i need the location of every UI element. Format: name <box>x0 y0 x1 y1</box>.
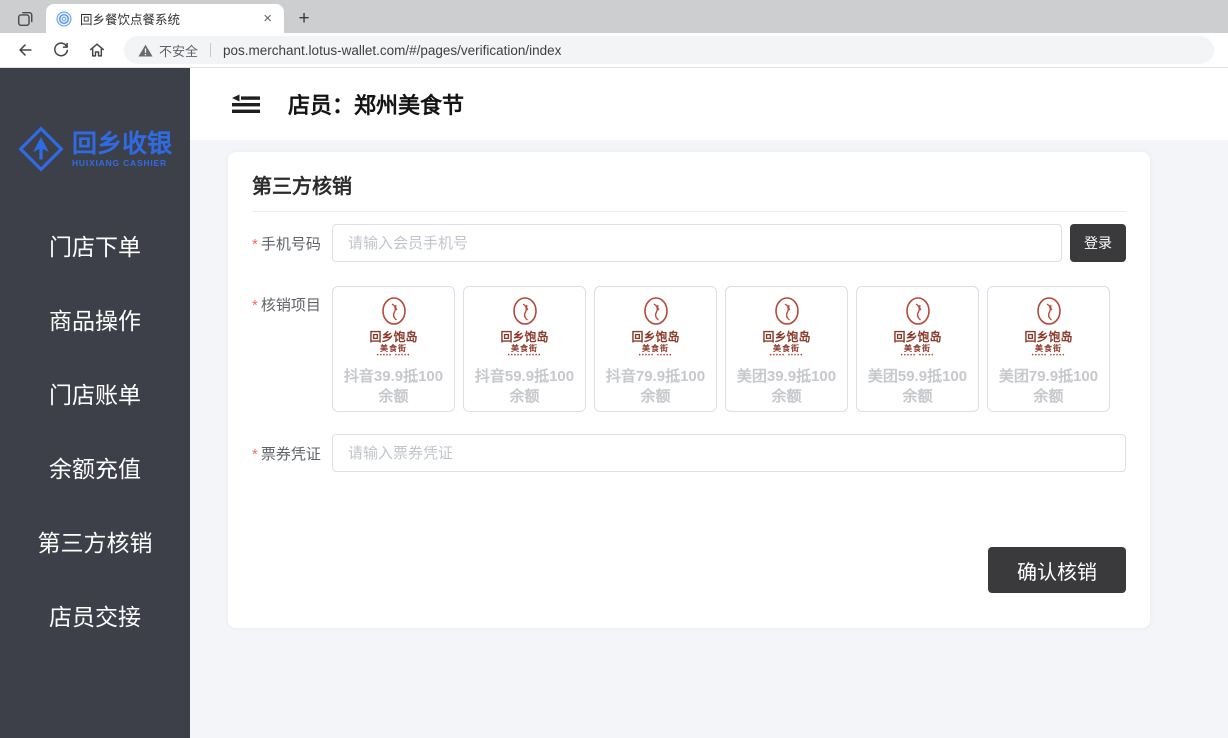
phone-label: *手机号码 <box>252 233 332 254</box>
item-label: 美团79.9抵100余额 <box>999 367 1098 407</box>
brand-stamp-icon <box>641 296 671 328</box>
brand-dots: ••••• ••••• <box>508 353 542 360</box>
confirm-verification-button[interactable]: 确认核销 <box>988 547 1126 593</box>
new-tab-button[interactable]: + <box>290 5 318 33</box>
required-mark: * <box>252 446 258 463</box>
phone-input[interactable] <box>332 224 1062 262</box>
browser-tab[interactable]: 回乡餐饮点餐系统 × <box>46 4 284 33</box>
verification-card-list: 回乡饱岛 美食街 ••••• ••••• 抖音39.9抵100余额 <box>332 286 1110 412</box>
tab-actions-icon[interactable] <box>8 4 42 33</box>
page-content: 第三方核销 *手机号码 登录 *核销项目 <box>190 140 1228 738</box>
brand-name: 回乡饱岛 <box>893 330 941 344</box>
brand-name: 回乡饱岛 <box>631 330 679 344</box>
required-mark: * <box>252 236 258 253</box>
address-separator <box>210 43 211 57</box>
verification-item-card[interactable]: 回乡饱岛 美食街 ••••• ••••• 美团59.9抵100余额 <box>856 286 979 412</box>
sidebar-nav: 门店下单 商品操作 门店账单 余额充值 第三方核销 店员交接 <box>0 208 190 652</box>
back-icon[interactable] <box>10 36 40 64</box>
voucher-row: *票券凭证 <box>252 434 1126 472</box>
brand-dots: ••••• ••••• <box>901 353 935 360</box>
brand-name: 回乡饱岛 <box>369 330 417 344</box>
brand-stamp-icon <box>1034 296 1064 328</box>
brand-subtitle: 美食街 <box>642 344 669 353</box>
brand-subtitle: 美食街 <box>380 344 407 353</box>
sidebar-item-store-bills[interactable]: 门店账单 <box>0 356 190 430</box>
sidebar-item-balance-recharge[interactable]: 余额充值 <box>0 430 190 504</box>
verification-item-card[interactable]: 回乡饱岛 美食街 ••••• ••••• 抖音59.9抵100余额 <box>463 286 586 412</box>
address-bar[interactable]: 不安全 pos.merchant.lotus-wallet.com/#/page… <box>124 36 1214 64</box>
logo-subtitle: HUIXIANG CASHIER <box>72 158 172 168</box>
brand-subtitle: 美食街 <box>773 344 800 353</box>
voucher-label: *票券凭证 <box>252 443 332 464</box>
page-url: pos.merchant.lotus-wallet.com/#/pages/ve… <box>223 43 561 58</box>
verification-item-card[interactable]: 回乡饱岛 美食街 ••••• ••••• 抖音79.9抵100余额 <box>594 286 717 412</box>
brand-dots: ••••• ••••• <box>1032 353 1066 360</box>
voucher-input[interactable] <box>332 434 1126 472</box>
clerk-title: 店员：郑州美食节 <box>288 88 464 120</box>
phone-row: *手机号码 登录 <box>252 224 1126 262</box>
app-logo: 回乡收银 HUIXIANG CASHIER <box>0 126 190 172</box>
item-label: 抖音79.9抵100余额 <box>606 367 705 407</box>
home-icon[interactable] <box>82 36 112 64</box>
brand-subtitle: 美食街 <box>511 344 538 353</box>
browser-toolbar: 不安全 pos.merchant.lotus-wallet.com/#/page… <box>0 33 1228 68</box>
sidebar: 回乡收银 HUIXIANG CASHIER 门店下单 商品操作 门店账单 余额充… <box>0 68 190 738</box>
not-secure-warning-icon <box>138 44 153 57</box>
item-label: 抖音59.9抵100余额 <box>475 367 574 407</box>
verification-item-card[interactable]: 回乡饱岛 美食街 ••••• ••••• 美团79.9抵100余额 <box>987 286 1110 412</box>
items-label: *核销项目 <box>252 286 332 315</box>
sidebar-item-store-order[interactable]: 门店下单 <box>0 208 190 282</box>
browser-window: 回乡餐饮点餐系统 × + 不安全 <box>0 0 1228 738</box>
brand-stamp-icon <box>903 296 933 328</box>
stacked-tabs-icon <box>16 10 34 28</box>
brand-subtitle: 美食街 <box>904 344 931 353</box>
sidebar-item-clerk-handover[interactable]: 店员交接 <box>0 578 190 652</box>
brand-subtitle: 美食街 <box>1035 344 1062 353</box>
required-mark: * <box>252 297 258 314</box>
browser-tab-bar: 回乡餐饮点餐系统 × + <box>0 0 1228 33</box>
title-divider <box>252 211 1126 212</box>
security-label: 不安全 <box>159 41 198 60</box>
brand-name: 回乡饱岛 <box>1024 330 1072 344</box>
brand-stamp-icon <box>510 296 540 328</box>
items-row: *核销项目 回乡饱岛 美食街 ••••• ••••• 抖音39.9抵1 <box>252 286 1126 412</box>
item-label: 美团39.9抵100余额 <box>737 367 836 407</box>
logo-title: 回乡收银 <box>72 131 172 158</box>
site-favicon-icon <box>56 11 72 27</box>
section-title: 第三方核销 <box>252 170 1126 199</box>
verification-item-card[interactable]: 回乡饱岛 美食街 ••••• ••••• 抖音39.9抵100余额 <box>332 286 455 412</box>
sidebar-item-thirdparty-verification[interactable]: 第三方核销 <box>0 504 190 578</box>
tab-close-icon[interactable]: × <box>259 10 276 27</box>
verification-panel: 第三方核销 *手机号码 登录 *核销项目 <box>228 152 1150 628</box>
brand-stamp-icon <box>772 296 802 328</box>
brand-dots: ••••• ••••• <box>377 353 411 360</box>
page-header: 店员：郑州美食节 <box>190 68 1228 140</box>
brand-name: 回乡饱岛 <box>500 330 548 344</box>
brand-stamp-icon <box>379 296 409 328</box>
item-label: 抖音39.9抵100余额 <box>344 367 443 407</box>
sidebar-item-product-ops[interactable]: 商品操作 <box>0 282 190 356</box>
brand-dots: ••••• ••••• <box>770 353 804 360</box>
tab-title: 回乡餐饮点餐系统 <box>80 9 259 28</box>
menu-collapse-icon[interactable] <box>232 94 260 115</box>
item-label: 美团59.9抵100余额 <box>868 367 967 407</box>
diamond-logo-icon <box>18 126 64 172</box>
brand-name: 回乡饱岛 <box>762 330 810 344</box>
reload-icon[interactable] <box>46 36 76 64</box>
login-button[interactable]: 登录 <box>1070 224 1126 262</box>
brand-dots: ••••• ••••• <box>639 353 673 360</box>
verification-item-card[interactable]: 回乡饱岛 美食街 ••••• ••••• 美团39.9抵100余额 <box>725 286 848 412</box>
